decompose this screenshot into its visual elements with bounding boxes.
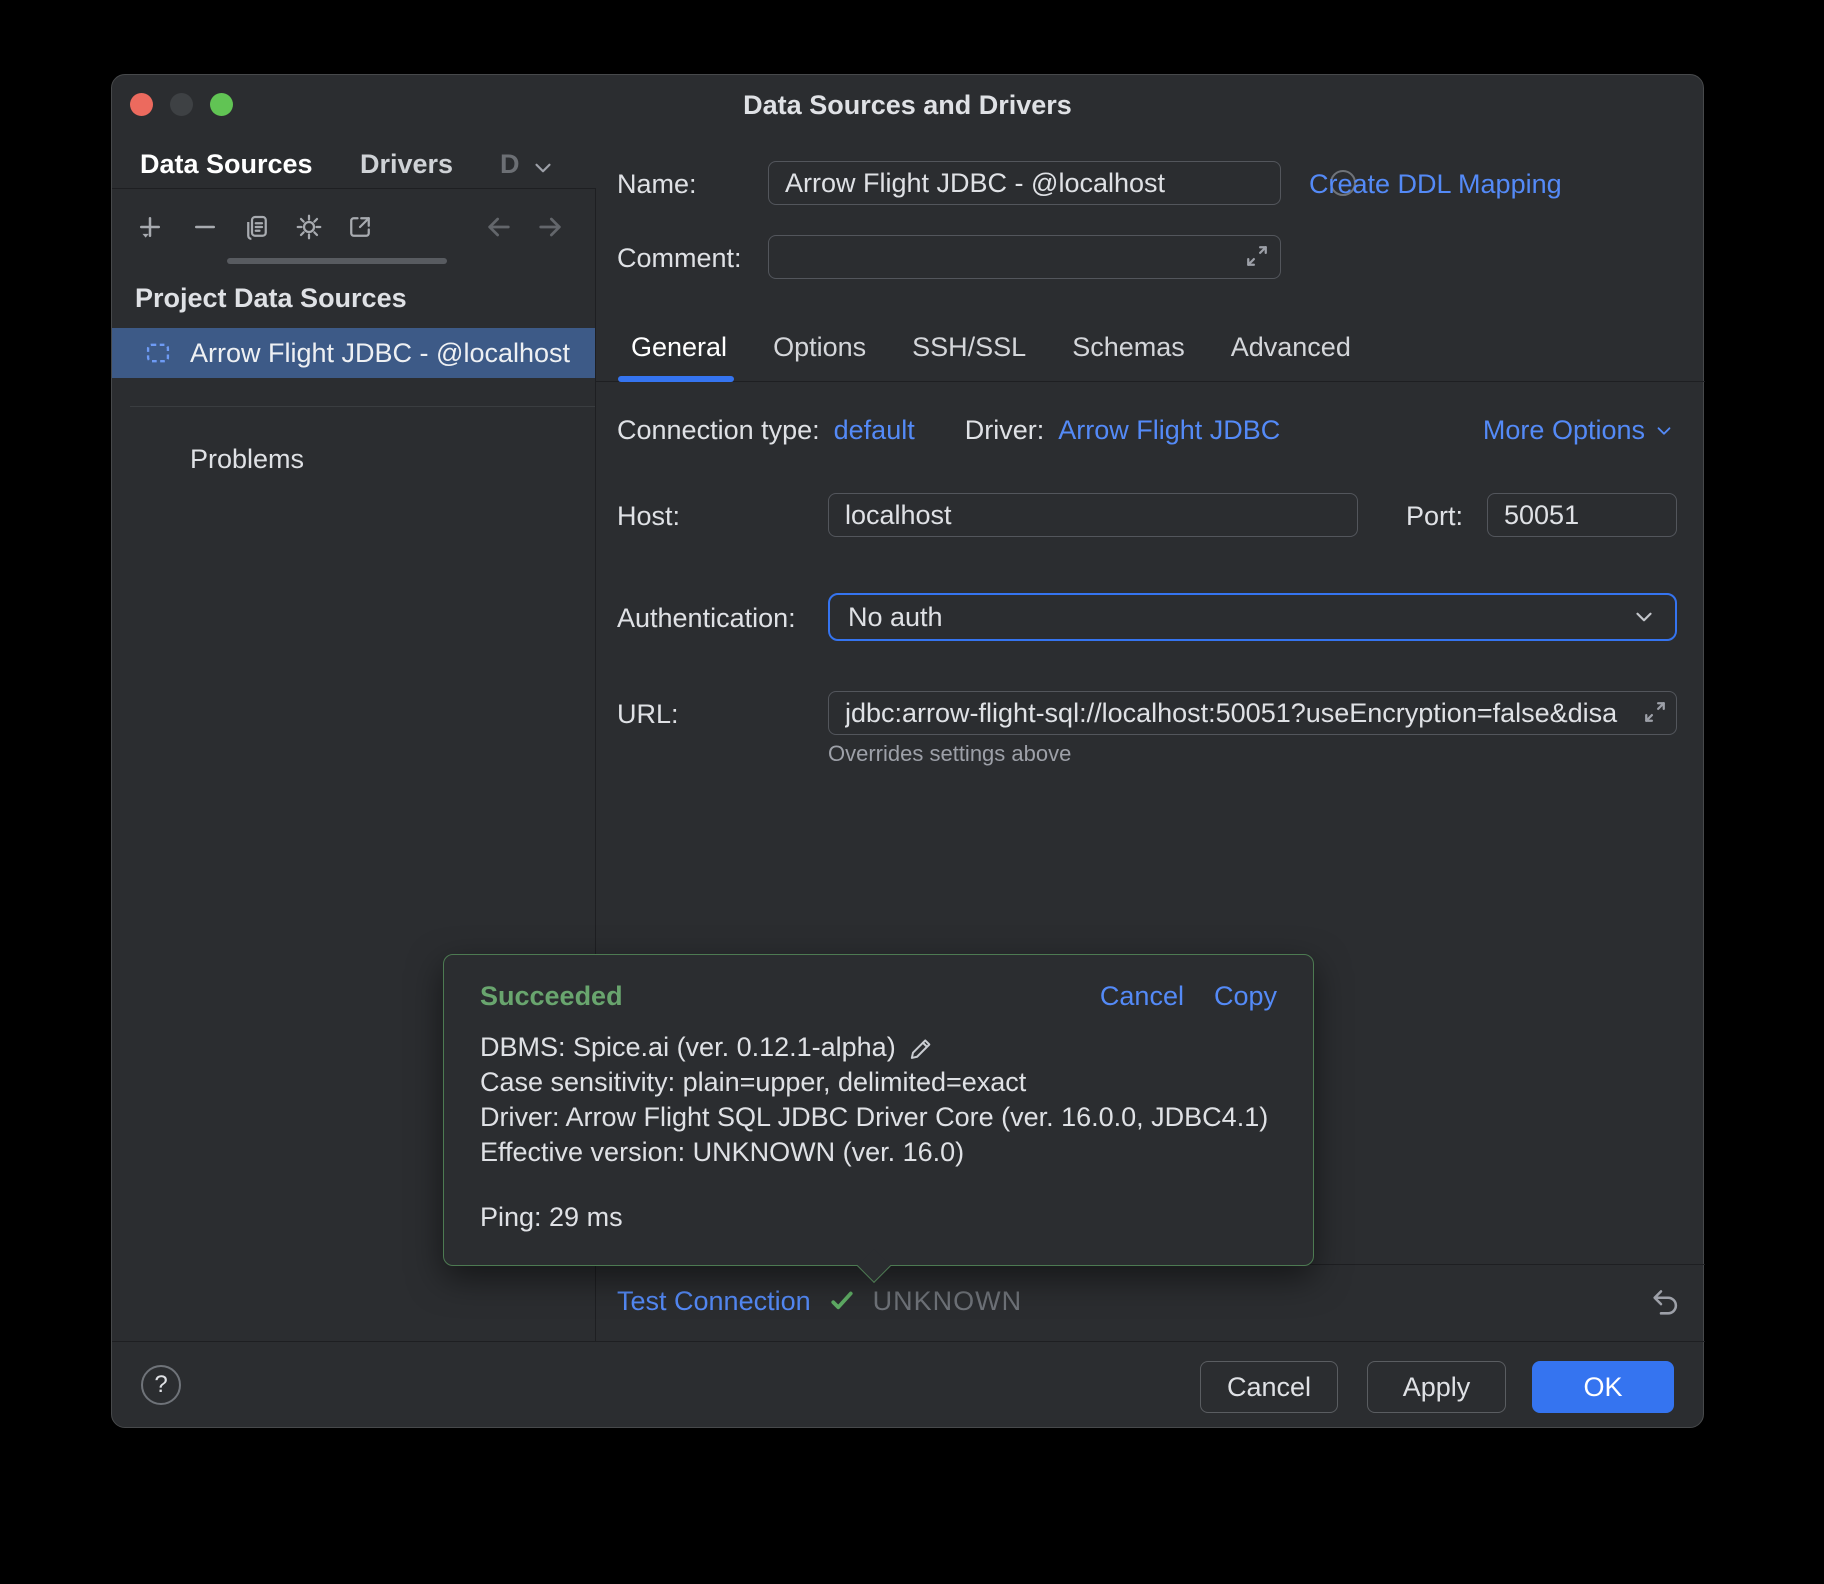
undo-icon[interactable] <box>1643 1284 1679 1320</box>
dbms-info: DBMS: Spice.ai (ver. 0.12.1-alpha) <box>480 1030 896 1065</box>
data-source-icon <box>144 339 172 367</box>
expand-icon[interactable] <box>1242 241 1272 271</box>
url-input[interactable] <box>828 691 1677 735</box>
url-hint: Overrides settings above <box>828 741 1071 767</box>
chevron-down-icon <box>1631 604 1657 630</box>
sidebar-item-problems[interactable]: Problems <box>190 444 304 475</box>
authentication-select[interactable]: No auth <box>828 593 1677 641</box>
connection-type-link[interactable]: default <box>834 415 915 446</box>
copy-icon[interactable] <box>240 210 274 244</box>
popup-copy-link[interactable]: Copy <box>1214 981 1277 1012</box>
forward-icon[interactable] <box>533 210 567 244</box>
tab-ssh-ssl[interactable]: SSH/SSL <box>912 332 1026 363</box>
form-tabs-divider <box>595 381 1705 382</box>
tab-advanced[interactable]: Advanced <box>1231 332 1351 363</box>
apply-button[interactable]: Apply <box>1367 1361 1506 1413</box>
effective-version-info: Effective version: UNKNOWN (ver. 16.0) <box>480 1135 1277 1170</box>
connection-type-label: Connection type: <box>617 415 820 446</box>
popup-cancel-link[interactable]: Cancel <box>1100 981 1184 1012</box>
tab-drivers[interactable]: Drivers <box>360 147 453 181</box>
titlebar: Data Sources and Drivers <box>112 75 1703 135</box>
footer-divider <box>112 1341 1705 1342</box>
status-badge: Succeeded <box>480 981 623 1012</box>
data-sources-dialog: Data Sources and Drivers Data Sources Dr… <box>111 74 1704 1428</box>
open-in-new-icon[interactable] <box>343 210 377 244</box>
tab-schemas[interactable]: Schemas <box>1072 332 1185 363</box>
ok-button[interactable]: OK <box>1532 1361 1674 1413</box>
active-tab-indicator <box>227 258 447 264</box>
project-data-sources-header: Project Data Sources <box>135 283 407 314</box>
comment-label: Comment: <box>617 243 742 274</box>
help-icon[interactable]: ? <box>141 1365 181 1405</box>
test-connection-link[interactable]: Test Connection <box>617 1286 811 1317</box>
host-label: Host: <box>617 501 680 532</box>
url-label: URL: <box>617 699 679 730</box>
driver-link[interactable]: Arrow Flight JDBC <box>1058 415 1280 446</box>
create-ddl-mapping-link[interactable]: Create DDL Mapping <box>1309 169 1562 200</box>
name-input[interactable] <box>768 161 1281 205</box>
port-label: Port: <box>1406 501 1463 532</box>
window-title: Data Sources and Drivers <box>112 90 1703 121</box>
gear-icon[interactable] <box>292 210 326 244</box>
test-connection-popup: Succeeded Cancel Copy DBMS: Spice.ai (ve… <box>443 954 1314 1266</box>
authentication-value: No auth <box>848 602 943 633</box>
tab-general[interactable]: General <box>631 332 727 363</box>
comment-input[interactable] <box>768 235 1281 279</box>
sidebar-separator <box>130 406 595 407</box>
tab-options[interactable]: Options <box>773 332 866 363</box>
more-options-label: More Options <box>1483 415 1645 446</box>
sidebar-item-arrow-flight-jdbc[interactable]: Arrow Flight JDBC - @localhost <box>112 328 595 378</box>
add-button[interactable] <box>133 210 167 244</box>
back-icon[interactable] <box>482 210 516 244</box>
tab-data-sources[interactable]: Data Sources <box>140 147 313 181</box>
form-tabs: General Options SSH/SSL Schemas Advanced <box>631 332 1351 363</box>
chevron-down-icon <box>1653 420 1675 442</box>
expand-icon[interactable] <box>1640 697 1670 727</box>
popup-caret <box>857 1249 891 1283</box>
sidebar-tabs-divider <box>112 188 595 189</box>
driver-info: Driver: Arrow Flight SQL JDBC Driver Cor… <box>480 1100 1277 1135</box>
name-label: Name: <box>617 169 697 200</box>
data-source-name: Arrow Flight JDBC - @localhost <box>190 338 570 369</box>
port-input[interactable] <box>1487 493 1677 537</box>
remove-button[interactable] <box>188 210 222 244</box>
authentication-label: Authentication: <box>617 603 796 634</box>
connection-result: UNKNOWN <box>873 1286 1023 1317</box>
more-options-link[interactable]: More Options <box>1483 415 1675 446</box>
case-sensitivity-info: Case sensitivity: plain=upper, delimited… <box>480 1065 1277 1100</box>
tab-ddl-truncated[interactable]: D <box>500 147 520 181</box>
host-input[interactable] <box>828 493 1358 537</box>
driver-label: Driver: <box>965 415 1045 446</box>
check-icon <box>827 1286 857 1316</box>
pencil-icon[interactable] <box>906 1034 934 1062</box>
chevron-down-icon[interactable] <box>530 155 556 181</box>
cancel-button[interactable]: Cancel <box>1200 1361 1338 1413</box>
active-form-tab-indicator <box>618 376 734 382</box>
ping-info: Ping: 29 ms <box>480 1200 1277 1235</box>
